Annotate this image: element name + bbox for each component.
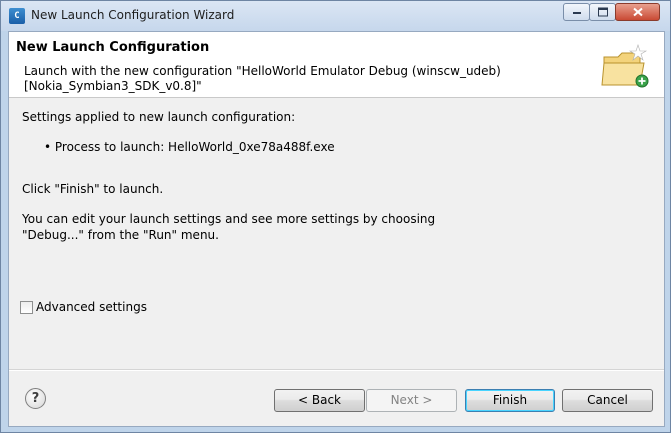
- maximize-icon: [597, 7, 608, 17]
- minimize-icon: [572, 12, 581, 14]
- advanced-settings-label[interactable]: Advanced settings: [36, 300, 147, 314]
- minimize-button[interactable]: [563, 3, 590, 21]
- cancel-button[interactable]: Cancel: [562, 389, 653, 412]
- folder-wizard-icon: [601, 44, 649, 88]
- window-title: New Launch Configuration Wizard: [31, 8, 235, 22]
- edit-hint-line-2: "Debug..." from the "Run" menu.: [22, 228, 219, 242]
- back-button[interactable]: < Back: [274, 389, 365, 412]
- process-line: • Process to launch: HelloWorld_0xe78a48…: [44, 140, 335, 154]
- next-button: Next >: [366, 389, 457, 412]
- close-button[interactable]: [615, 3, 660, 21]
- button-bar-separator: [9, 369, 664, 371]
- header-title: New Launch Configuration: [16, 40, 210, 55]
- title-bar[interactable]: C New Launch Configuration Wizard: [1, 1, 670, 31]
- maximize-button[interactable]: [589, 3, 616, 21]
- settings-heading: Settings applied to new launch configura…: [22, 110, 296, 124]
- advanced-settings-checkbox[interactable]: [20, 301, 33, 314]
- finish-hint: Click "Finish" to launch.: [22, 182, 164, 196]
- header-description: Launch with the new configuration "Hello…: [24, 64, 501, 93]
- finish-button[interactable]: Finish: [465, 389, 555, 412]
- dialog-client: New Launch Configuration Launch with the…: [8, 31, 665, 427]
- dialog-window: C New Launch Configuration Wizard New La…: [0, 0, 671, 433]
- edit-hint-line-1: You can edit your launch settings and se…: [22, 212, 436, 226]
- help-icon[interactable]: ?: [25, 388, 46, 409]
- wizard-header: New Launch Configuration Launch with the…: [9, 32, 664, 98]
- app-icon: C: [9, 8, 25, 24]
- close-icon: [632, 7, 643, 17]
